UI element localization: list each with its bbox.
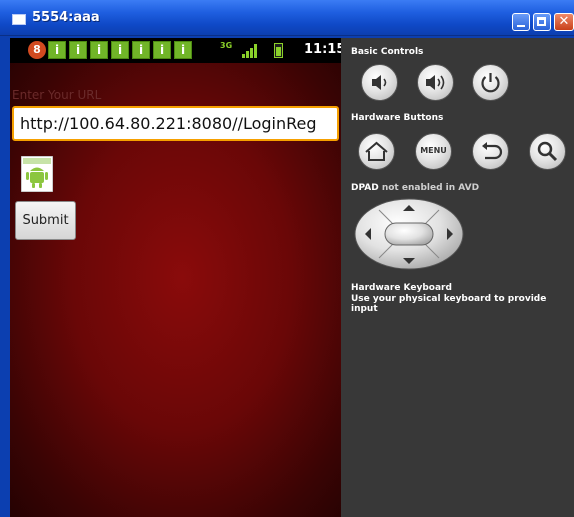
- hardware-buttons-title: Hardware Buttons: [351, 113, 444, 123]
- window-title: 5554:aaa: [32, 10, 100, 25]
- hardware-keyboard-title: Hardware Keyboard: [351, 283, 452, 293]
- dpad-control[interactable]: [353, 198, 465, 270]
- menu-label: MENU: [420, 146, 447, 155]
- battery-icon: [274, 43, 283, 58]
- signal-icon: [242, 44, 257, 58]
- back-button[interactable]: [472, 133, 509, 170]
- notification-icon[interactable]: i: [69, 41, 87, 59]
- notification-icon[interactable]: i: [111, 41, 129, 59]
- status-bar[interactable]: 8 i i i i i i i 3G 11:15: [10, 38, 341, 63]
- network-type: 3G: [220, 41, 233, 50]
- volume-up-button[interactable]: [417, 64, 454, 101]
- emulator-screen[interactable]: 8 i i i i i i i 3G 11:15 Enter Your URL …: [10, 38, 341, 517]
- window-icon: [12, 14, 26, 25]
- notification-icon[interactable]: i: [153, 41, 171, 59]
- maximize-button[interactable]: [533, 13, 551, 31]
- volume-down-icon: [372, 75, 387, 90]
- notification-icon[interactable]: i: [132, 41, 150, 59]
- hardware-keyboard-note: Use your physical keyboard to provide in…: [351, 294, 547, 314]
- notification-icon[interactable]: i: [48, 41, 66, 59]
- close-button[interactable]: ✕: [554, 13, 574, 31]
- url-input[interactable]: http://100.64.80.221:8080//LoginReg: [12, 106, 339, 141]
- power-icon: [481, 73, 500, 93]
- notification-icon[interactable]: i: [90, 41, 108, 59]
- search-icon: [537, 141, 558, 162]
- url-label: Enter Your URL: [12, 88, 102, 102]
- dpad-note: not enabled in AVD: [381, 183, 480, 193]
- basic-controls-title: Basic Controls: [351, 47, 424, 57]
- volume-up-icon: [426, 75, 445, 90]
- back-icon: [482, 142, 503, 160]
- power-button[interactable]: [472, 64, 509, 101]
- status-clock: 11:15: [304, 42, 341, 57]
- minimize-button[interactable]: [512, 13, 530, 31]
- menu-button[interactable]: MENU: [415, 133, 452, 170]
- search-button[interactable]: [529, 133, 566, 170]
- emulator-controls-panel: Basic Controls Hardware Buttons MENU DPA…: [341, 38, 574, 517]
- dpad-title: DPAD not enabled in AVD: [351, 183, 479, 193]
- volume-down-button[interactable]: [361, 64, 398, 101]
- home-icon: [365, 141, 388, 161]
- android-icon: [21, 156, 53, 192]
- dpad-label: DPAD: [351, 183, 379, 193]
- window-titlebar[interactable]: 5554:aaa ✕: [0, 0, 574, 36]
- submit-button[interactable]: Submit: [15, 201, 76, 240]
- home-button[interactable]: [358, 133, 395, 170]
- notification-count-badge[interactable]: 8: [28, 41, 46, 59]
- close-icon: ✕: [558, 14, 570, 29]
- notification-icon[interactable]: i: [174, 41, 192, 59]
